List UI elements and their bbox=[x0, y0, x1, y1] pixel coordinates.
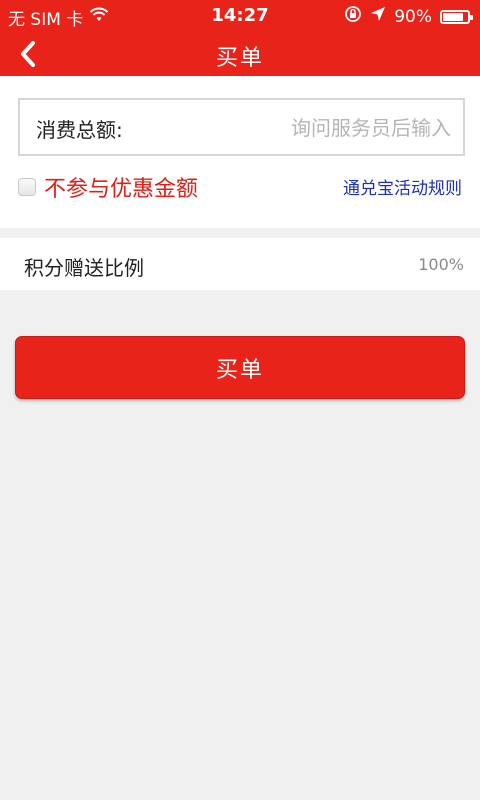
exclude-discount-row[interactable]: 不参与优惠金额 bbox=[18, 171, 198, 203]
battery-fill bbox=[443, 12, 463, 21]
status-right: 90% bbox=[344, 5, 473, 28]
status-bar: 无 SIM 卡 14:27 90% bbox=[0, 0, 480, 32]
points-ratio-value: 100% bbox=[418, 255, 464, 274]
amount-label: 消费总额: bbox=[36, 118, 123, 142]
nav-bar: 买单 bbox=[0, 32, 480, 76]
amount-input[interactable] bbox=[209, 110, 453, 146]
amount-card: 消费总额: 不参与优惠金额 通兑宝活动规则 bbox=[0, 76, 480, 228]
rotation-lock-icon bbox=[344, 5, 362, 28]
pay-button[interactable]: 买单 bbox=[15, 336, 465, 399]
points-ratio-row: 积分赠送比例 100% bbox=[0, 238, 480, 290]
screen: 无 SIM 卡 14:27 90% 买单 消费总额: 询问服务员后输入 不参与优… bbox=[0, 0, 480, 800]
page-title: 买单 bbox=[215, 46, 264, 71]
battery-text: 90% bbox=[394, 6, 432, 27]
activity-rules-link[interactable]: 通兑宝活动规则 bbox=[343, 174, 462, 199]
amount-field[interactable]: 消费总额: bbox=[18, 98, 465, 156]
exclude-discount-label[interactable]: 不参与优惠金额 bbox=[44, 171, 198, 203]
points-ratio-label: 积分赠送比例 bbox=[24, 256, 144, 280]
battery-icon bbox=[440, 9, 473, 24]
exclude-discount-checkbox[interactable] bbox=[18, 178, 36, 196]
location-arrow-icon bbox=[370, 6, 386, 27]
